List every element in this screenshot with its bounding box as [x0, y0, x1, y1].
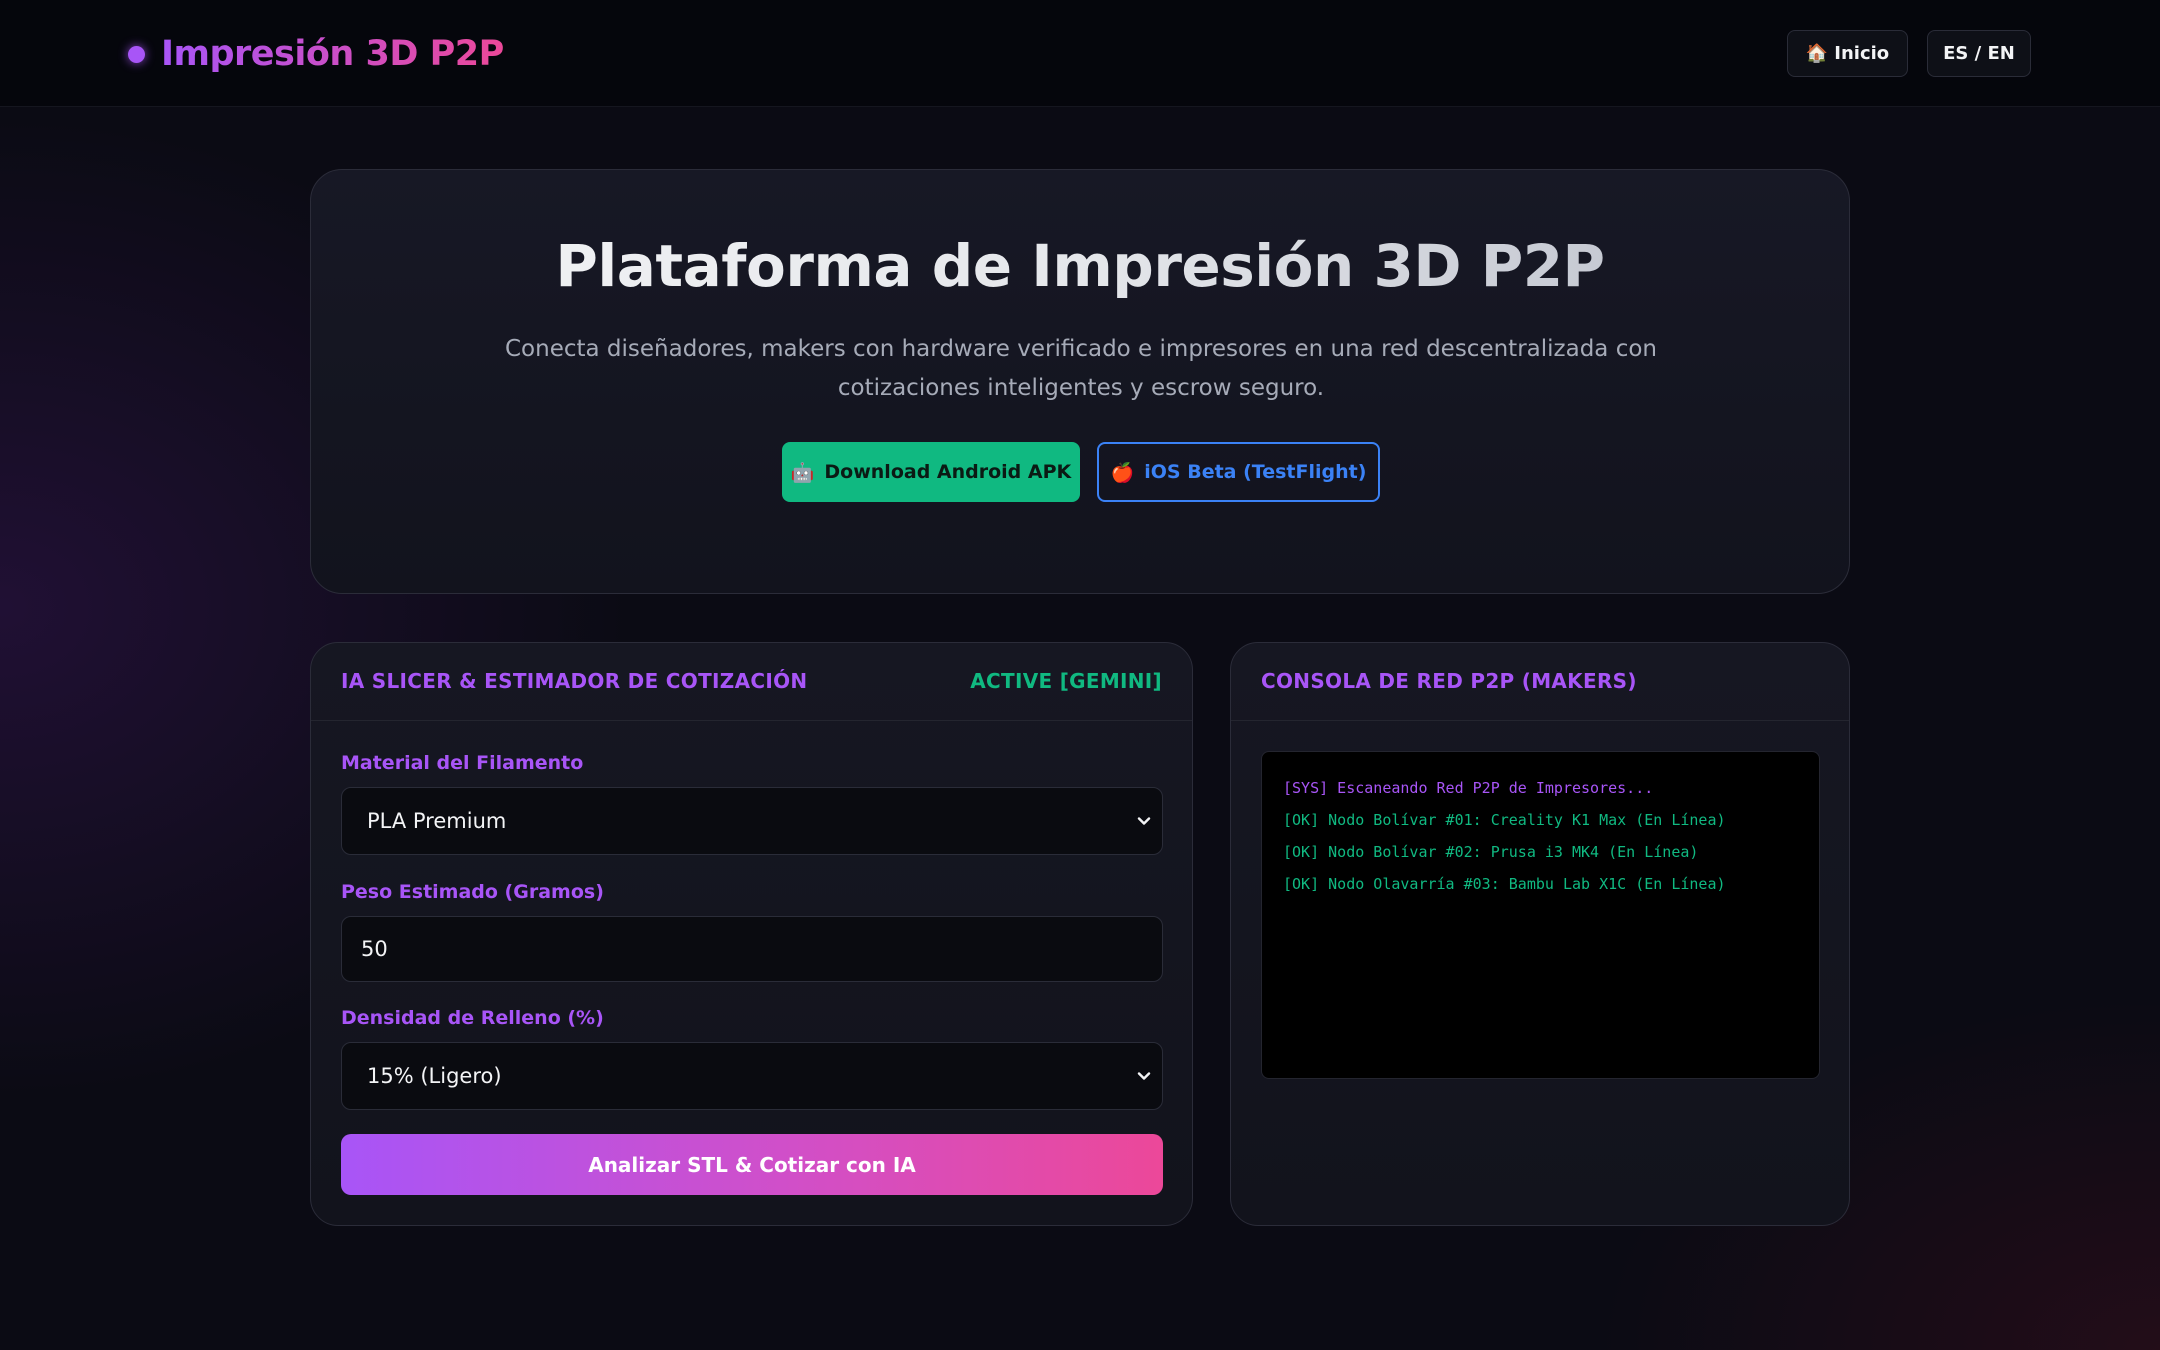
hero-title: Plataforma de Impresión 3D P2P — [311, 232, 1849, 300]
brand-title: Impresión 3D P2P — [161, 34, 504, 74]
chevron-down-icon — [1137, 1072, 1151, 1080]
weight-label: Peso Estimado (Gramos) — [341, 881, 604, 903]
ios-beta-label: iOS Beta (TestFlight) — [1144, 461, 1367, 483]
top-navbar: Impresión 3D P2P 🏠 Inicio ES / EN — [0, 0, 2160, 107]
analyze-quote-button[interactable]: Analizar STL & Cotizar con IA — [341, 1134, 1163, 1195]
hero-card: Plataforma de Impresión 3D P2P Conecta d… — [310, 169, 1850, 594]
infill-select[interactable]: 15% (Ligero) — [341, 1042, 1163, 1110]
house-icon: 🏠 — [1805, 43, 1829, 64]
infill-select-value: 15% (Ligero) — [367, 1064, 502, 1088]
home-button[interactable]: 🏠 Inicio — [1787, 30, 1908, 77]
p2p-console-card: CONSOLA DE RED P2P (MAKERS) [SYS] Escane… — [1230, 642, 1850, 1226]
material-select-value: PLA Premium — [367, 809, 507, 833]
console-line: [OK] Nodo Bolívar #01: Creality K1 Max (… — [1283, 811, 1726, 829]
estimator-card-header: IA SLICER & ESTIMADOR DE COTIZACIÓN ACTI… — [311, 643, 1192, 721]
chevron-down-icon — [1137, 817, 1151, 825]
ai-status-badge: ACTIVE [GEMINI] — [970, 669, 1162, 693]
quote-estimator-card: IA SLICER & ESTIMADOR DE COTIZACIÓN ACTI… — [310, 642, 1193, 1226]
console-card-header: CONSOLA DE RED P2P (MAKERS) — [1231, 643, 1849, 721]
material-label: Material del Filamento — [341, 752, 584, 774]
console-output[interactable]: [SYS] Escaneando Red P2P de Impresores..… — [1261, 751, 1820, 1079]
robot-icon: 🤖 — [790, 461, 815, 484]
weight-input[interactable]: 50 — [341, 916, 1163, 982]
hero-subtitle: Conecta diseñadores, makers con hardware… — [505, 336, 1657, 401]
estimator-title: IA SLICER & ESTIMADOR DE COTIZACIÓN — [341, 669, 808, 693]
console-line: [OK] Nodo Bolívar #02: Prusa i3 MK4 (En … — [1283, 843, 1699, 861]
apple-icon: 🍎 — [1110, 461, 1135, 484]
ios-beta-button[interactable]: 🍎 iOS Beta (TestFlight) — [1097, 442, 1380, 502]
console-line: [OK] Nodo Olavarría #03: Bambu Lab X1C (… — [1283, 875, 1726, 893]
language-toggle-button[interactable]: ES / EN — [1927, 30, 2031, 77]
console-line: [SYS] Escaneando Red P2P de Impresores..… — [1283, 779, 1654, 797]
material-select[interactable]: PLA Premium — [341, 787, 1163, 855]
language-toggle-label: ES / EN — [1943, 43, 2015, 64]
weight-input-value: 50 — [361, 937, 388, 961]
download-android-label: Download Android APK — [824, 461, 1072, 483]
home-button-label: Inicio — [1834, 43, 1890, 64]
brand-dot-icon — [128, 45, 145, 63]
infill-label: Densidad de Relleno (%) — [341, 1007, 604, 1029]
download-android-button[interactable]: 🤖 Download Android APK — [782, 442, 1080, 502]
analyze-quote-label: Analizar STL & Cotizar con IA — [588, 1152, 916, 1177]
console-title: CONSOLA DE RED P2P (MAKERS) — [1261, 669, 1637, 693]
brand[interactable]: Impresión 3D P2P — [128, 30, 504, 78]
